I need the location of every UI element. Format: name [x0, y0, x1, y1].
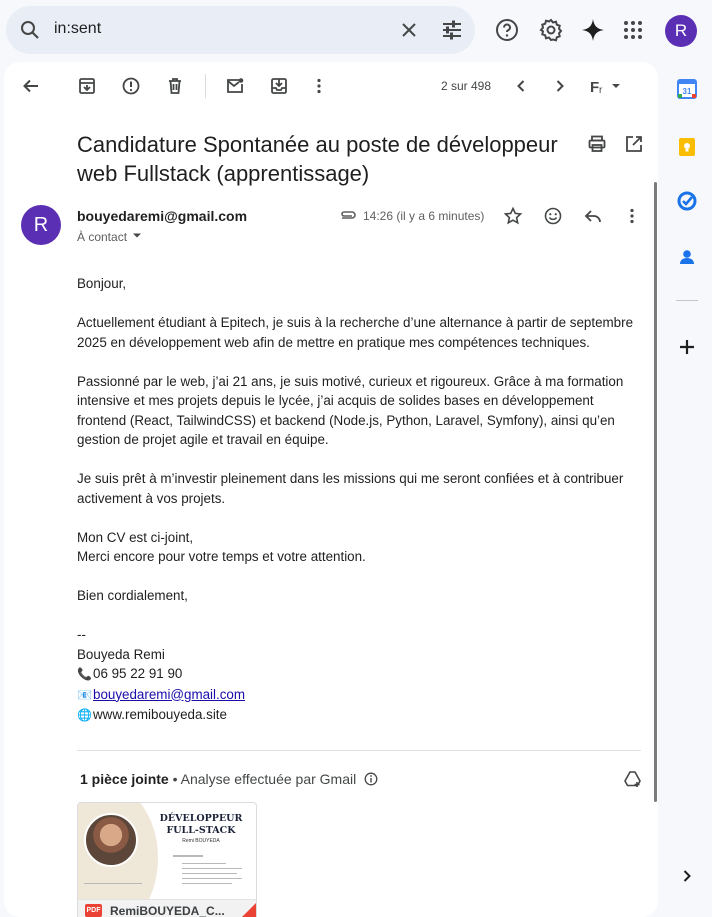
message-time: 14:26 (il y a 6 minutes)	[363, 209, 485, 223]
pager-label: 2 sur 498	[441, 79, 492, 93]
expand-icon[interactable]	[676, 865, 698, 887]
search-options-icon[interactable]	[440, 18, 464, 42]
fold-corner	[238, 901, 256, 917]
tasks-icon[interactable]	[676, 190, 698, 212]
mark-unread-icon[interactable]	[225, 76, 245, 96]
svg-text:F: F	[590, 79, 599, 96]
keep-icon[interactable]	[676, 136, 698, 158]
sender-avatar[interactable]: R	[21, 205, 61, 245]
archive-icon[interactable]	[77, 76, 97, 96]
more-vert-icon[interactable]	[309, 76, 329, 96]
attachment-card[interactable]: DÉVELOPPEUR FULL-STACK Remi BOUYEDA PDF R…	[77, 802, 257, 917]
reply-icon[interactable]	[583, 206, 603, 226]
email-subject: Candidature Spontanée au poste de dévelo…	[77, 132, 558, 186]
email-body: Bonjour, Actuellement étudiant à Epitech…	[77, 274, 637, 726]
body-line: Mon CV est ci-joint,	[77, 529, 194, 545]
calendar-icon[interactable]: 31	[676, 78, 698, 100]
emoji-reaction-icon[interactable]	[543, 206, 563, 226]
body-paragraph: Je suis prêt à m’investir pleinement dan…	[77, 471, 624, 506]
signature-name: Bouyeda Remi	[77, 646, 165, 662]
info-icon[interactable]	[364, 772, 378, 786]
scrollbar[interactable]	[654, 182, 657, 802]
apps-grid-icon[interactable]	[620, 17, 646, 43]
pdf-icon: PDF	[85, 904, 102, 917]
star-icon[interactable]	[503, 206, 523, 226]
svg-text:r: r	[599, 85, 603, 96]
scan-status: • Analyse effectuée par Gmail	[172, 771, 357, 787]
side-panel: 31	[664, 62, 712, 917]
recipient-label: À contact	[77, 230, 128, 244]
cv-title: DÉVELOPPEUR FULL-STACK	[159, 813, 243, 836]
signature-website[interactable]: www.remibouyeda.site	[93, 707, 227, 722]
search-input[interactable]: in:sent	[54, 20, 101, 38]
signature-site-line: 🌐www.remibouyeda.site	[77, 705, 637, 726]
attachments-divider	[77, 750, 641, 751]
attachment-filename[interactable]: RemiBOUYEDA_C...	[110, 904, 226, 917]
side-panel-divider	[676, 300, 698, 301]
gemini-icon[interactable]	[580, 17, 606, 43]
signature-separator: --	[77, 627, 86, 642]
message-more-vert-icon[interactable]	[622, 206, 642, 226]
attachments-count: 1 pièce jointe	[80, 771, 169, 787]
print-icon[interactable]	[587, 134, 607, 154]
account-avatar[interactable]: R	[665, 15, 697, 47]
email-icon: 📧	[77, 687, 92, 702]
dropdown-caret-icon[interactable]	[132, 232, 142, 240]
calendar-day: 31	[683, 87, 692, 96]
signature-phone-line: 📞06 95 22 91 90	[77, 664, 637, 685]
attachment-clip-icon	[341, 211, 356, 219]
signature-email-line: 📧bouyedaremi@gmail.com	[77, 685, 637, 706]
open-in-new-window-icon[interactable]	[624, 134, 644, 154]
body-paragraph: Passionné par le web, j’ai 21 ans, je su…	[77, 373, 624, 448]
search-bar[interactable]: in:sent	[6, 6, 475, 54]
older-chevron-icon[interactable]	[550, 76, 570, 96]
body-paragraph: Actuellement étudiant à Epitech, je suis…	[77, 315, 634, 350]
report-spam-icon[interactable]	[121, 76, 141, 96]
add-icon[interactable]	[676, 336, 698, 358]
delete-icon[interactable]	[165, 76, 185, 96]
greeting: Bonjour,	[77, 276, 127, 291]
recipient-details[interactable]: À contact	[77, 230, 142, 244]
attachments-header: 1 pièce jointe • Analyse effectuée par G…	[80, 771, 378, 787]
message-pane: 2 sur 498 Fr Candidature Spontanée au po…	[4, 62, 658, 917]
back-arrow-icon[interactable]	[21, 76, 41, 96]
body-line: Merci encore pour votre temps et votre a…	[77, 549, 366, 564]
signature-email-link[interactable]: bouyedaremi@gmail.com	[93, 687, 245, 702]
closing: Bien cordialement,	[77, 588, 188, 603]
signature-phone: 06 95 22 91 90	[93, 666, 183, 681]
move-to-icon[interactable]	[269, 76, 289, 96]
close-icon[interactable]	[397, 18, 421, 42]
cv-photo	[84, 813, 138, 867]
globe-icon: 🌐	[77, 708, 92, 722]
input-tools-icon[interactable]: Fr	[589, 76, 625, 96]
settings-icon[interactable]	[538, 17, 564, 43]
contacts-icon[interactable]	[676, 246, 698, 268]
phone-icon: 📞	[77, 667, 92, 681]
help-icon[interactable]	[494, 17, 520, 43]
sender-email[interactable]: bouyedaremi@gmail.com	[77, 208, 247, 224]
cv-name: Remi BOUYEDA	[182, 838, 220, 844]
attachment-footer: PDF RemiBOUYEDA_C...	[78, 899, 256, 917]
newer-chevron-icon[interactable]	[511, 76, 531, 96]
add-to-drive-icon[interactable]	[623, 769, 643, 789]
search-icon[interactable]	[18, 18, 42, 42]
